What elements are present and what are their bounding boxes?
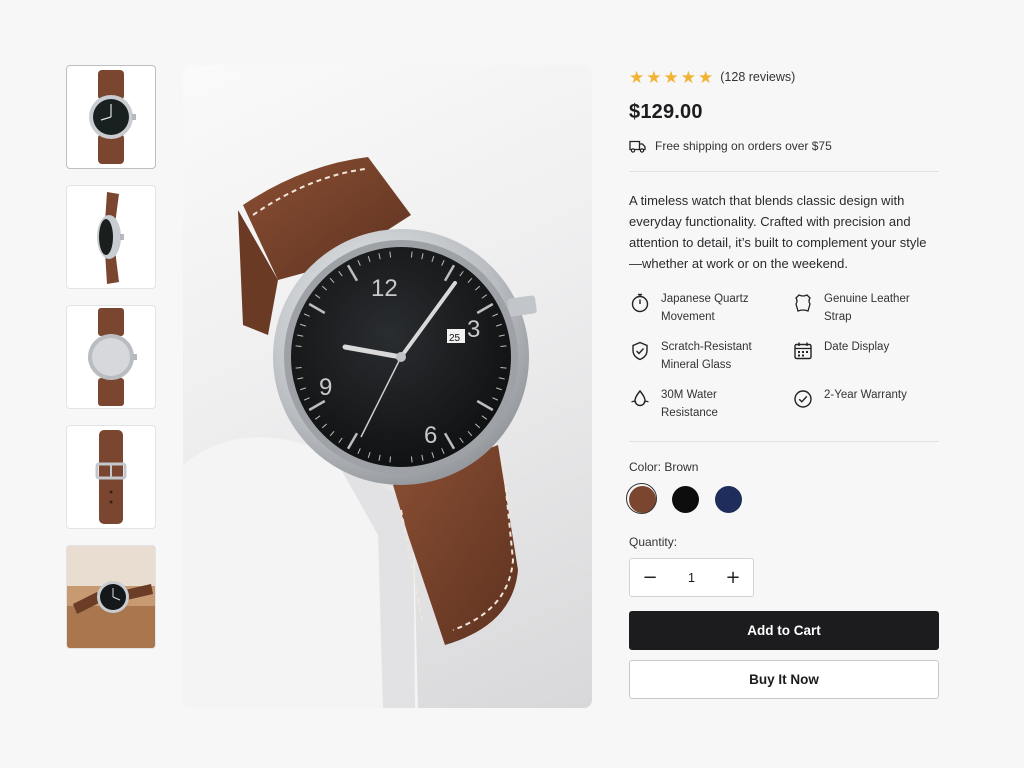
minute-marker: [389, 251, 392, 258]
minute-marker: [410, 456, 413, 463]
feature-date: Date Display: [792, 339, 939, 374]
feature-warranty: 2-Year Warranty: [792, 387, 939, 422]
quantity-label: Quantity:: [629, 535, 678, 549]
minute-marker: [389, 456, 392, 463]
feature-label: Scratch-Resistant Mineral Glass: [661, 341, 752, 371]
check-circle-icon: [792, 388, 814, 410]
color-label-text: Color:: [629, 460, 662, 474]
feature-leather: Genuine Leather Strap: [792, 291, 939, 326]
thumbnail-side[interactable]: [66, 185, 156, 289]
divider: [629, 171, 939, 172]
calendar-icon: [792, 340, 814, 362]
thumbnail-strap[interactable]: [66, 425, 156, 529]
buy-now-button[interactable]: Buy It Now: [629, 660, 939, 699]
main-product-image[interactable]: 12 3 6 9 25: [183, 65, 592, 708]
shipping-info: Free shipping on orders over $75: [629, 139, 939, 153]
stopwatch-icon: [629, 292, 651, 314]
feature-quartz: Japanese Quartz Movement: [629, 291, 792, 326]
product-details: ★ ★ ★ ★ ★ (128 reviews) $129.00 Free shi…: [626, 65, 939, 699]
star-icon: ★: [646, 67, 662, 87]
minute-marker: [295, 345, 302, 348]
product-description: A timeless watch that blends classic des…: [629, 193, 927, 271]
feature-label: Genuine Leather Strap: [824, 293, 910, 323]
reviews-link[interactable]: (128 reviews): [720, 70, 795, 84]
star-icon: ★: [663, 67, 679, 87]
star-icon: ★: [629, 67, 645, 87]
leather-hide-icon: [792, 292, 814, 314]
minute-marker: [500, 366, 507, 369]
watch-back-image: [88, 308, 137, 406]
feature-glass: Scratch-Resistant Mineral Glass: [629, 339, 792, 374]
thumbnail-front[interactable]: [66, 65, 156, 169]
water-drop-icon: [629, 388, 651, 410]
minute-marker: [295, 366, 302, 369]
feature-label: Date Display: [824, 341, 890, 353]
increment-button[interactable]: +: [713, 559, 753, 596]
swatch-navy[interactable]: [715, 486, 742, 513]
feature-label: 30M Water Resistance: [661, 389, 718, 419]
numeral-6: 6: [424, 422, 437, 449]
watch-lifestyle-image: [67, 546, 155, 648]
feature-label: Japanese Quartz Movement: [661, 293, 749, 323]
add-to-cart-button[interactable]: Add to Cart: [629, 611, 939, 650]
thumbnail-lifestyle[interactable]: [66, 545, 156, 649]
star-icon: ★: [698, 67, 714, 87]
divider: [629, 441, 939, 442]
feature-label: 2-Year Warranty: [824, 389, 907, 401]
truck-icon: [629, 140, 646, 153]
selected-color-name: Brown: [664, 460, 699, 474]
product-page: 12 3 6 9 25 ★ ★ ★ ★ ★ (128 reviews) $129…: [0, 0, 1024, 768]
shipping-text: Free shipping on orders over $75: [655, 139, 832, 153]
strap-buckle-image: [95, 430, 127, 524]
feature-list: Japanese Quartz Movement Genuine Leather…: [629, 291, 939, 422]
numeral-3: 3: [467, 316, 480, 343]
product-price: $129.00: [629, 101, 703, 123]
star-rating: ★ ★ ★ ★ ★: [629, 69, 713, 86]
date-value: 25: [449, 333, 461, 344]
minute-marker: [500, 345, 507, 348]
rating-row: ★ ★ ★ ★ ★ (128 reviews): [629, 65, 939, 89]
watch-front-image: [89, 70, 136, 164]
swatch-black[interactable]: [672, 486, 699, 513]
decrement-button[interactable]: −: [630, 559, 670, 596]
thumbnail-back[interactable]: [66, 305, 156, 409]
star-icon: ★: [680, 67, 696, 87]
shield-check-icon: [629, 340, 651, 362]
quantity-value[interactable]: 1: [670, 570, 713, 585]
numeral-12: 12: [371, 275, 398, 302]
watch-hero-illustration: 12 3 6 9 25: [183, 157, 537, 708]
numeral-9: 9: [319, 374, 332, 401]
swatch-brown[interactable]: [626, 483, 657, 514]
quantity-stepper: − 1 +: [629, 558, 754, 597]
color-label: Color: Brown: [629, 460, 939, 474]
thumbnail-gallery: [66, 65, 156, 665]
feature-water: 30M Water Resistance: [629, 387, 792, 422]
color-swatches: [626, 483, 939, 514]
watch-side-image: [97, 192, 124, 284]
minute-marker: [410, 251, 413, 258]
